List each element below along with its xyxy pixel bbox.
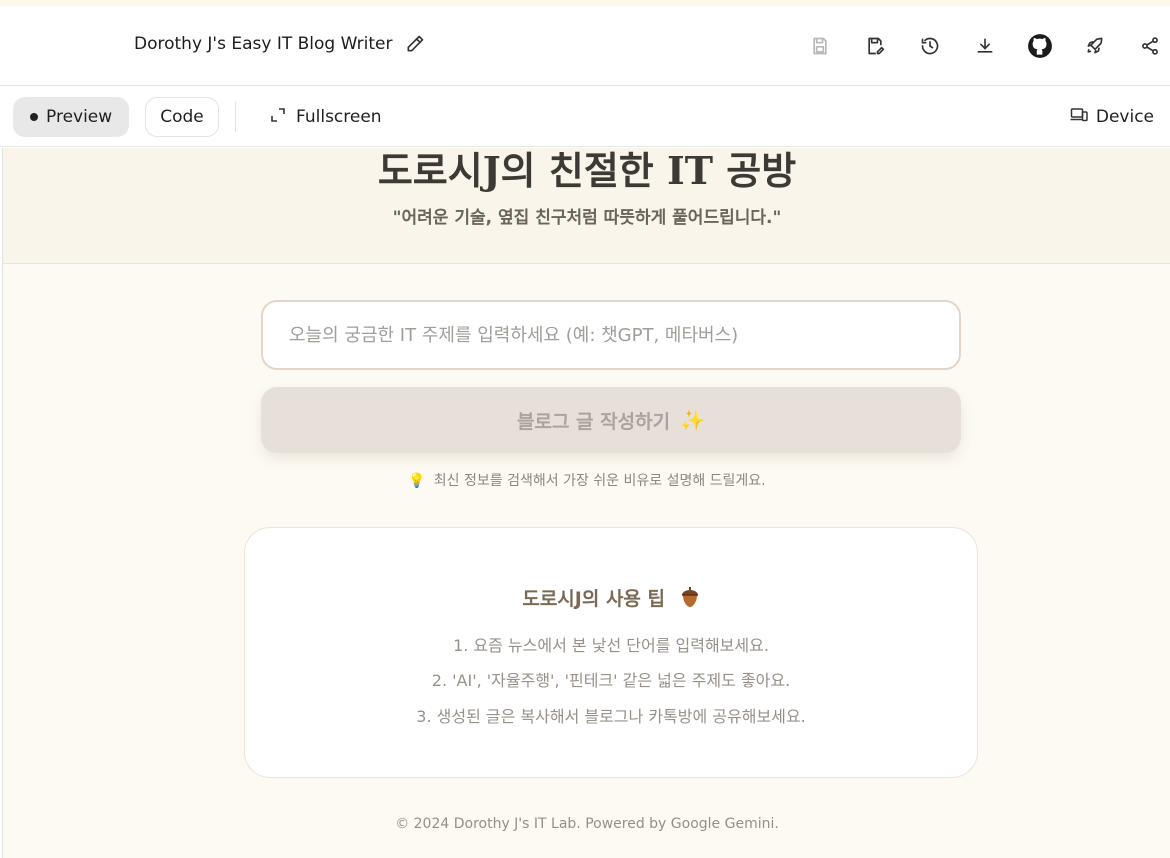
toolbar-divider xyxy=(235,102,236,132)
pencil-icon[interactable] xyxy=(405,34,425,54)
share-icon[interactable] xyxy=(1134,30,1166,62)
expand-icon xyxy=(270,107,286,128)
tips-title-text: 도로시J의 사용 팁 xyxy=(522,588,666,610)
tip-item: 3. 생성된 글은 복사해서 블로그나 카톡방에 공유해보세요. xyxy=(416,707,806,726)
download-icon[interactable] xyxy=(969,30,1001,62)
hero-title: 도로시J의 친절한 IT 공방 xyxy=(377,148,797,193)
search-hint-text: 최신 정보를 검색해서 가장 쉬운 비유로 설명해 드릴게요. xyxy=(433,473,766,489)
app-title-group: Dorothy J's Easy IT Blog Writer xyxy=(134,34,425,54)
tab-preview[interactable]: Preview xyxy=(13,97,129,137)
write-blog-button[interactable]: 블로그 글 작성하기 ✨ xyxy=(261,387,961,453)
rocket-icon[interactable] xyxy=(1079,30,1111,62)
lightbulb-icon: 💡 xyxy=(408,473,426,489)
tab-code-label: Code xyxy=(160,107,204,127)
tips-title: 도로시J의 사용 팁 xyxy=(245,584,977,613)
page-footer: © 2024 Dorothy J's IT Lab. Powered by Go… xyxy=(395,816,779,832)
write-blog-label: 블로그 글 작성하기 xyxy=(517,410,671,433)
app-header: Dorothy J's Easy IT Blog Writer xyxy=(0,6,1170,86)
github-icon[interactable] xyxy=(1024,30,1056,62)
save-edit-icon[interactable] xyxy=(859,30,891,62)
search-hint: 💡 최신 정보를 검색해서 가장 쉬운 비유로 설명해 드릴게요. xyxy=(3,470,1170,490)
device-label: Device xyxy=(1095,107,1154,127)
hero-subtitle: "어려운 기술, 옆집 친구처럼 따뜻하게 풀어드립니다." xyxy=(392,208,782,228)
app-title: Dorothy J's Easy IT Blog Writer xyxy=(134,34,393,54)
tip-item: 1. 요즘 뉴스에서 본 낯선 단어를 입력해보세요. xyxy=(453,636,769,655)
fullscreen-label: Fullscreen xyxy=(296,107,382,127)
tab-preview-label: Preview xyxy=(46,107,113,127)
hero-banner: 도로시J의 친절한 IT 공방 "어려운 기술, 옆집 친구처럼 따뜻하게 풀어… xyxy=(3,148,1170,264)
active-dot-icon xyxy=(30,113,38,121)
view-toolbar: Preview Code Fullscreen Device xyxy=(0,87,1170,147)
tab-code[interactable]: Code xyxy=(145,97,219,137)
acorn-icon xyxy=(680,586,700,613)
fullscreen-button[interactable]: Fullscreen xyxy=(270,97,382,137)
preview-pane[interactable]: 도로시J의 친절한 IT 공방 "어려운 기술, 옆집 친구처럼 따뜻하게 풀어… xyxy=(2,148,1170,858)
tip-item: 2. 'AI', '자율주행', '핀테크' 같은 넓은 주제도 좋아요. xyxy=(431,671,791,690)
save-icon[interactable] xyxy=(804,30,836,62)
history-icon[interactable] xyxy=(914,30,946,62)
device-button[interactable]: Device xyxy=(1070,97,1154,137)
sparkles-icon: ✨ xyxy=(680,408,705,432)
tips-card: 도로시J의 사용 팁 1. 요즘 뉴스에서 본 낯선 단어를 입력해보세요. 2… xyxy=(244,527,978,778)
device-icon xyxy=(1070,107,1088,128)
topic-input[interactable] xyxy=(261,300,961,370)
